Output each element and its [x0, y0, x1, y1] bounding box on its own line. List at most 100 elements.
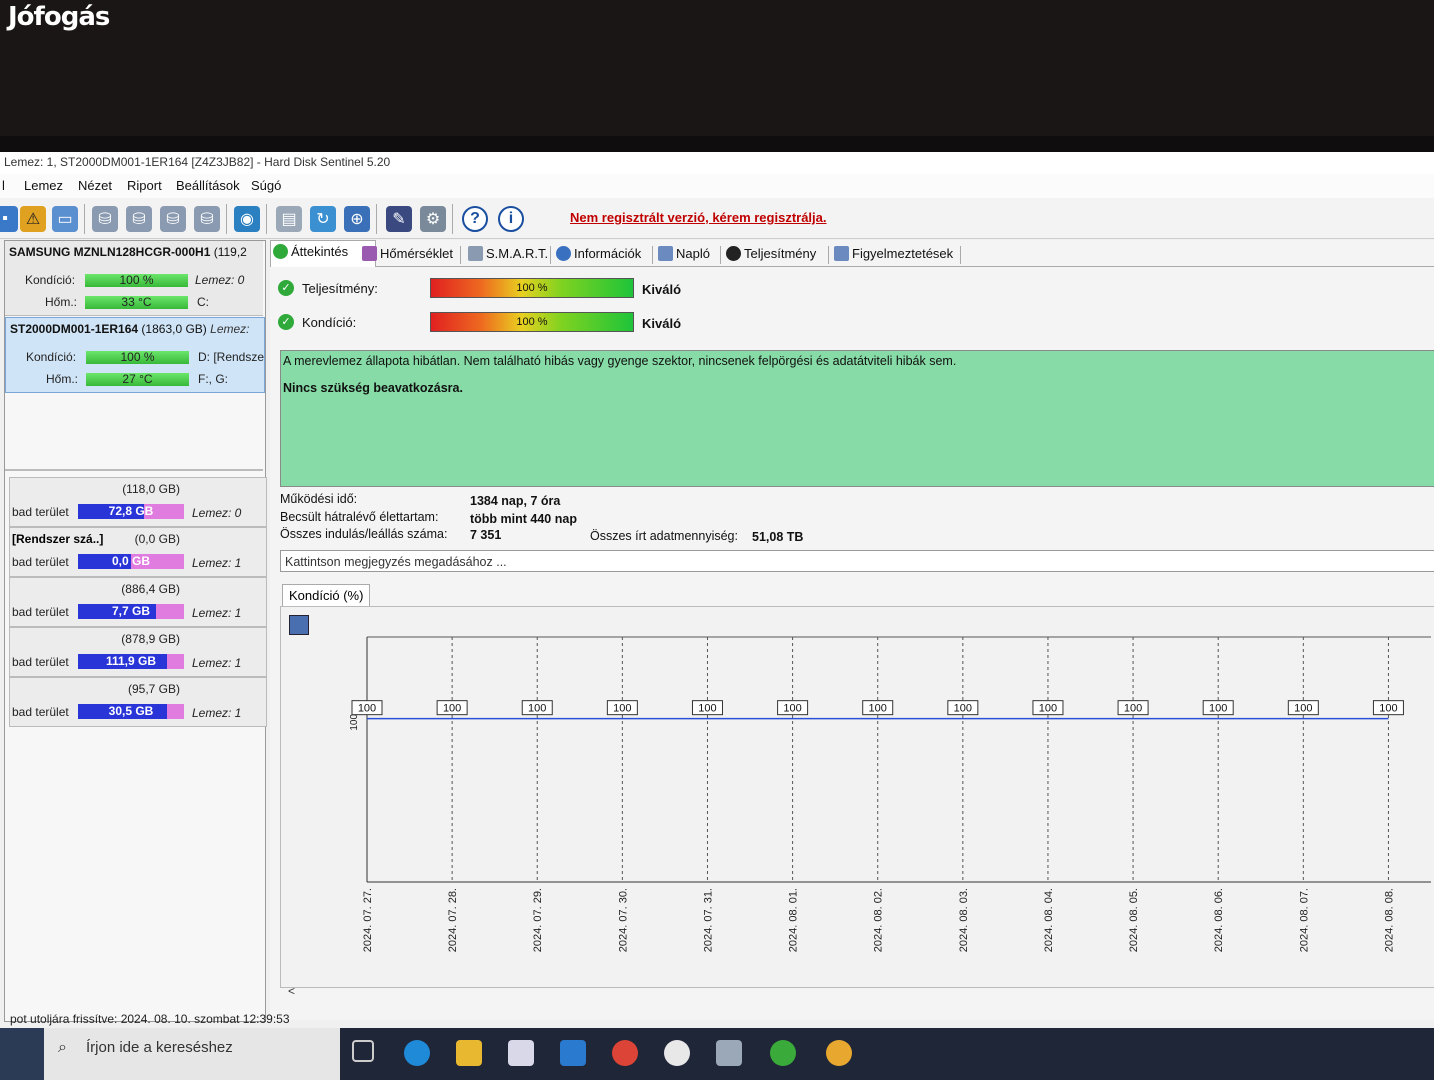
partition-item[interactable]: (95,7 GB) bad terület 30,5 GB Lemez: 1 [9, 677, 267, 727]
data-label: 100 [358, 703, 376, 715]
info-icon[interactable]: i [498, 206, 524, 232]
partition-size: (95,7 GB) [127, 682, 180, 696]
disk-name: SAMSUNG MZNLN128HCGR-000H1 (119,2 [9, 245, 247, 259]
disk-drives-2: F:, G: [198, 372, 228, 386]
x-tick-label: 2024. 08. 03. [958, 888, 970, 952]
toolbar: ▪ ⚠ ▭ ⛁ ⛁ ⛁ ⛁ ◉ ▤ ↻ ⊕ ✎ ⚙ ? i Nem regisz… [0, 198, 1434, 239]
chart-area: 100 2024. 07. 27. 2024. 07. 28. 2024. 07. 2… [280, 606, 1434, 988]
tab-figyelmeztetesek[interactable]: Figyelmeztetések [832, 243, 953, 265]
disk-item-1[interactable]: ST2000DM001-1ER164 (1863,0 GB) Lemez: Ko… [5, 317, 265, 393]
settings-icon[interactable]: ⚙ [420, 206, 446, 232]
app-icon[interactable] [826, 1040, 852, 1066]
disk-info-icon[interactable]: ▭ [52, 206, 78, 232]
x-tick-label: 2024. 07. 27. [362, 888, 374, 952]
disk-icon [468, 246, 483, 261]
register-link[interactable]: Nem regisztrált verzió, kérem regisztrál… [570, 210, 827, 225]
web-icon[interactable]: ◉ [234, 206, 260, 232]
data-label: 100 [1379, 703, 1397, 715]
partition-label: bad terület [12, 705, 69, 719]
data-label: 100 [613, 703, 631, 715]
x-tick-label: 2024. 08. 08. [1383, 888, 1395, 952]
menu-item-nezet[interactable]: Nézet [78, 178, 112, 193]
tab-informaciok[interactable]: Információk [554, 243, 641, 265]
alert-icon[interactable]: ⚠ [20, 206, 46, 232]
disk-test-icon-1[interactable]: ⛁ [92, 206, 118, 232]
scroll-left-arrow[interactable]: < [288, 984, 295, 998]
status-box: A merevlemez állapota hibátlan. Nem talá… [280, 350, 1434, 487]
main-pane: Áttekintés Hőmérséklet S.M.A.R.T. Inform… [270, 240, 1434, 1020]
menu-item-beallitasok[interactable]: Beállítások [176, 178, 240, 193]
menu-item-riport[interactable]: Riport [127, 178, 162, 193]
partition-usage-bar: 7,7 GB [78, 604, 184, 619]
mail-icon[interactable] [560, 1040, 586, 1066]
taskbar: ⌕ Írjon ide a kereséshez [0, 1028, 1434, 1080]
status-text: A merevlemez állapota hibátlan. Nem talá… [283, 354, 957, 368]
utorrent-icon[interactable] [770, 1040, 796, 1066]
menu-item-lemez[interactable]: Lemez [24, 178, 63, 193]
info-icon [556, 246, 571, 261]
uptime-label: Működési idő: [280, 492, 358, 506]
chart-tab-kondicio[interactable]: Kondíció (%) [282, 584, 371, 607]
disk-test-icon-3[interactable]: ⛁ [160, 206, 186, 232]
edge-icon[interactable] [404, 1040, 430, 1066]
chart-scrollbar[interactable]: < [280, 984, 1434, 1000]
tab-naplo[interactable]: Napló [656, 243, 710, 265]
watermark-logo: Jófogás [8, 2, 110, 32]
partition-lemez: Lemez: 1 [192, 556, 242, 570]
partition-label: bad terület [12, 605, 69, 619]
data-label: 100 [1124, 703, 1142, 715]
condition-bar: 100 % [85, 274, 188, 287]
chrome-icon[interactable] [612, 1040, 638, 1066]
disk-name: ST2000DM001-1ER164 (1863,0 GB) Lemez: [10, 322, 250, 336]
partition-item[interactable]: (878,9 GB) bad terület 111,9 GB Lemez: 1 [9, 627, 267, 677]
menu-item-l[interactable]: l [2, 178, 5, 193]
action-text: Nincs szükség beavatkozásra. [283, 381, 463, 395]
taskbar-search[interactable]: ⌕ Írjon ide a kereséshez [44, 1028, 340, 1080]
note-field[interactable]: Kattintson megjegyzés megadásához ... [280, 550, 1434, 572]
explorer-icon[interactable] [456, 1040, 482, 1066]
partition-lemez: Lemez: 1 [192, 656, 242, 670]
x-tick-label: 2024. 08. 01. [788, 888, 800, 952]
partition-item[interactable]: (886,4 GB) bad terület 7,7 GB Lemez: 1 [9, 577, 267, 627]
window-title: Lemez: 1, ST2000DM001-1ER164 [Z4Z3JB82] … [0, 152, 1434, 174]
partition-usage-bar: 0,0 GB [78, 554, 184, 569]
condition-label: Kondíció: [25, 273, 76, 287]
partition-size: (886,4 GB) [121, 582, 180, 596]
partition-item[interactable]: (118,0 GB) bad terület 72,8 GB Lemez: 0 [9, 477, 267, 527]
tab-teljesitmeny[interactable]: Teljesítmény [724, 243, 816, 265]
refresh-icon[interactable]: ↻ [310, 206, 336, 232]
partition-item[interactable]: [Rendszer szá..] (0,0 GB) bad terület 0,… [9, 527, 267, 577]
menu-bar: l Lemez Nézet Riport Beállítások Súgó [0, 174, 1434, 198]
temp-label: Hőm.: [46, 372, 79, 386]
lifetime-value: több mint 440 nap [470, 512, 577, 526]
temp-label: Hőm.: [45, 295, 78, 309]
data-label: 100 [954, 703, 972, 715]
tab-smart[interactable]: S.M.A.R.T. [466, 243, 548, 265]
disk-lemez: Lemez: 0 [195, 273, 245, 287]
data-label: 100 [698, 703, 716, 715]
windows-start-icon[interactable] [0, 1028, 44, 1080]
disk-icon[interactable]: ▪ [0, 206, 18, 232]
menu-item-sugo[interactable]: Súgó [251, 178, 281, 193]
disk-test-icon-4[interactable]: ⛁ [194, 206, 220, 232]
disk-item-0[interactable]: SAMSUNG MZNLN128HCGR-000H1 (119,2 Kondíc… [5, 241, 263, 316]
condition-bar: 100 % [86, 351, 189, 364]
disk-test-icon-2[interactable]: ⛁ [126, 206, 152, 232]
search-placeholder: Írjon ide a kereséshez [86, 1039, 233, 1056]
partition-lemez: Lemez: 1 [192, 706, 242, 720]
benchmark-icon[interactable]: ✎ [386, 206, 412, 232]
globe-icon[interactable]: ⊕ [344, 206, 370, 232]
performance-label: Teljesítmény: [302, 281, 378, 296]
data-label: 100 [528, 703, 546, 715]
hdsentinel-icon[interactable] [716, 1040, 742, 1066]
condition-rating: Kiváló [642, 316, 682, 331]
report-icon[interactable]: ▤ [276, 206, 302, 232]
store-icon[interactable] [508, 1040, 534, 1066]
help-icon[interactable]: ? [462, 206, 488, 232]
tab-homerseklet[interactable]: Hőmérséklet [360, 243, 453, 265]
partition-size: (0,0 GB) [134, 532, 180, 546]
task-view-icon[interactable] [352, 1040, 374, 1062]
keys-icon[interactable] [664, 1040, 690, 1066]
x-tick-label: 2024. 07. 29. [532, 888, 544, 952]
disk-list-pane: SAMSUNG MZNLN128HCGR-000H1 (119,2 Kondíc… [4, 240, 267, 1022]
